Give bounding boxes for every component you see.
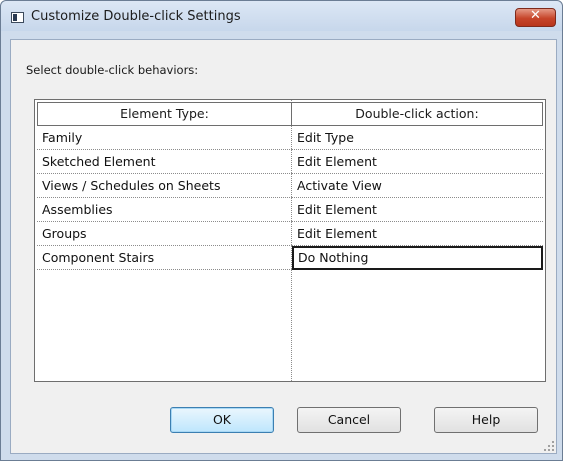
action-cell[interactable]: Edit Element — [292, 150, 543, 174]
column-header-element-type[interactable]: Element Type: — [37, 102, 292, 126]
ok-button[interactable]: OK — [170, 407, 274, 433]
element-type-cell[interactable]: Assemblies — [37, 198, 292, 222]
table-row[interactable]: Assemblies Edit Element — [37, 198, 543, 222]
instruction-label: Select double-click behaviors: — [26, 63, 199, 77]
action-cell[interactable]: Edit Element — [292, 222, 543, 246]
element-type-cell[interactable]: Component Stairs — [37, 246, 292, 270]
dialog-window-icon — [11, 12, 24, 23]
column-header-double-click-action[interactable]: Double-click action: — [291, 102, 543, 126]
cancel-button[interactable]: Cancel — [297, 407, 401, 433]
title-bar[interactable]: Customize Double-click Settings ✕ — [1, 1, 562, 31]
table-row[interactable]: Component Stairs Do Nothing — [37, 246, 543, 270]
close-icon: ✕ — [530, 8, 541, 23]
table-row[interactable]: Sketched Element Edit Element — [37, 150, 543, 174]
action-cell[interactable]: Edit Element — [292, 198, 543, 222]
action-cell[interactable]: Activate View — [292, 174, 543, 198]
close-button[interactable]: ✕ — [515, 8, 556, 27]
action-cell[interactable]: Edit Type — [292, 126, 543, 150]
help-button[interactable]: Help — [434, 407, 538, 433]
element-type-cell[interactable]: Family — [37, 126, 292, 150]
double-click-settings-grid[interactable]: Element Type: Double-click action: Famil… — [34, 99, 546, 382]
resize-grip-icon[interactable] — [544, 441, 554, 451]
table-row[interactable]: Family Edit Type — [37, 126, 543, 150]
element-type-cell[interactable]: Sketched Element — [37, 150, 292, 174]
table-row[interactable]: Groups Edit Element — [37, 222, 543, 246]
element-type-cell[interactable]: Groups — [37, 222, 292, 246]
element-type-cell[interactable]: Views / Schedules on Sheets — [37, 174, 292, 198]
window-title: Customize Double-click Settings — [31, 9, 241, 24]
table-row[interactable]: Views / Schedules on Sheets Activate Vie… — [37, 174, 543, 198]
action-cell-selected[interactable]: Do Nothing — [292, 246, 543, 270]
